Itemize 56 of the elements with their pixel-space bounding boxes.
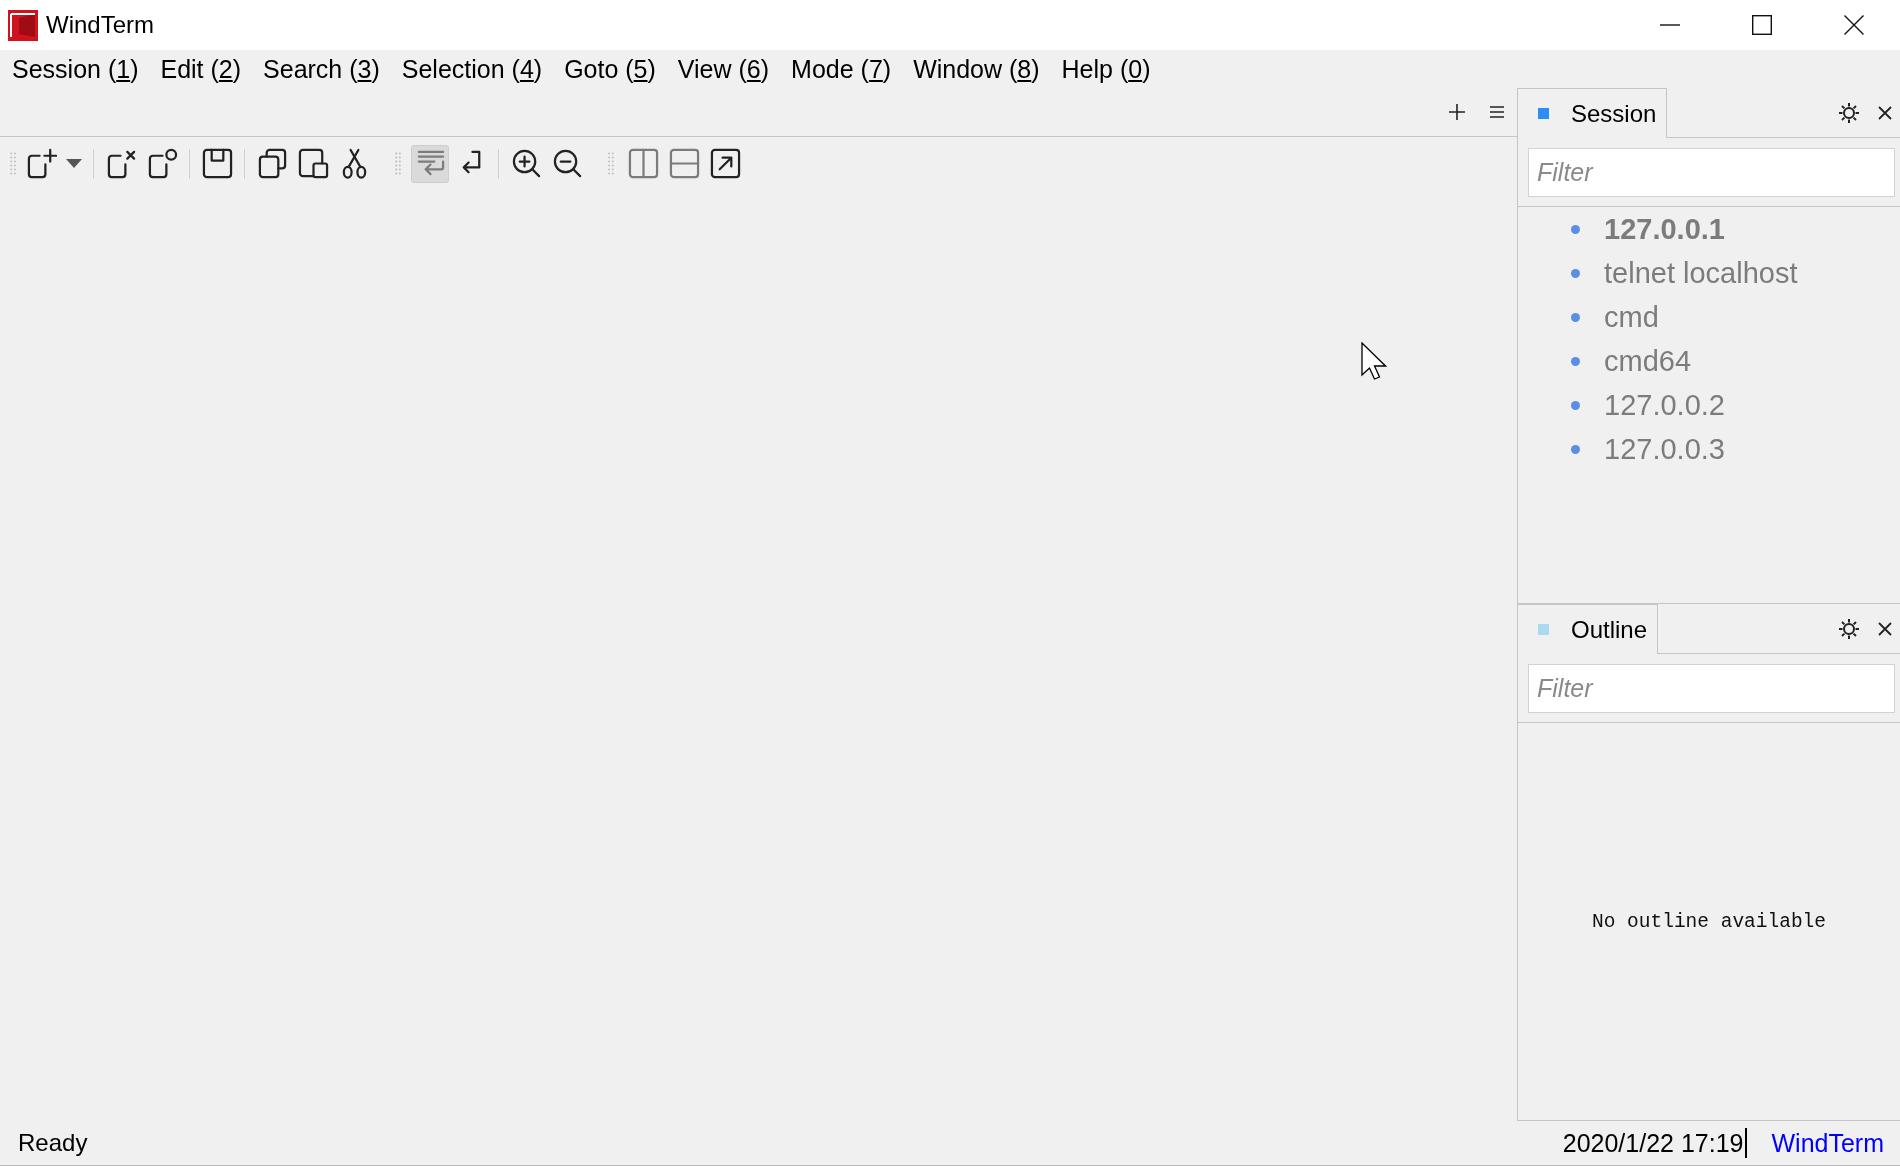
square-x-icon: [105, 148, 137, 179]
menu-item[interactable]: Help (0): [1050, 50, 1162, 88]
empty-message: No outline available: [1591, 910, 1826, 933]
menu-item[interactable]: View (6): [666, 50, 781, 88]
text-cursor-icon: [1745, 1128, 1748, 1158]
bullet-dot-icon: [1571, 444, 1580, 454]
toolbar-grip-icon[interactable]: [10, 151, 16, 176]
menu-item[interactable]: Session (1): [1, 50, 150, 88]
session-item[interactable]: telnet localhost: [1518, 251, 1900, 295]
zoom-in-icon: [510, 148, 542, 179]
split-rows-icon: [668, 148, 700, 179]
menu-item[interactable]: Window (8): [902, 50, 1051, 88]
app-logo-icon: [8, 9, 38, 41]
session-item[interactable]: cmd: [1518, 295, 1900, 339]
plus-icon: [1449, 104, 1465, 120]
bullet-dot-icon: [1571, 400, 1580, 410]
paste-icon: [297, 148, 329, 179]
status-app-name: WindTerm: [1771, 1128, 1884, 1158]
close-icon: [1878, 621, 1892, 636]
settings-icon: [1838, 617, 1860, 640]
toolbar-grip-icon[interactable]: [608, 151, 614, 176]
session-item[interactable]: 127.0.0.2: [1518, 383, 1900, 427]
save-icon: [201, 148, 233, 179]
maximize-icon: [1752, 15, 1772, 35]
window-title: WindTerm: [46, 11, 154, 39]
session-item[interactable]: 127.0.0.3: [1518, 427, 1900, 471]
session-tab[interactable]: Session: [1518, 88, 1668, 138]
square-plus-icon: [25, 148, 57, 179]
toolbar-grip-icon[interactable]: [395, 151, 401, 176]
filter-field[interactable]: Filter: [1528, 148, 1895, 197]
session-item[interactable]: cmd64: [1518, 339, 1900, 383]
menu-icon: [1490, 106, 1504, 118]
close-icon: [1844, 15, 1864, 35]
bullet-dot-icon: [1571, 224, 1580, 234]
close-icon: [1878, 105, 1892, 120]
outline-tab[interactable]: Outline: [1518, 604, 1659, 654]
bullet-dot-icon: [1571, 356, 1580, 366]
settings-icon: [1838, 101, 1860, 124]
zoom-out-icon: [551, 148, 583, 179]
session-item[interactable]: 127.0.0.1: [1518, 207, 1900, 251]
menu-item[interactable]: Mode (7): [780, 50, 903, 88]
filter-field[interactable]: Filter: [1528, 664, 1895, 713]
menu-item[interactable]: Edit (2): [149, 50, 253, 88]
menu-item[interactable]: Search (3): [252, 50, 391, 88]
status-datetime: 2020/1/22 17:19: [1562, 1128, 1744, 1158]
square-circle-icon: [146, 148, 178, 179]
bullet-dot-icon: [1571, 312, 1580, 322]
menu-item[interactable]: Goto (5): [553, 50, 667, 88]
split-columns-icon: [627, 148, 659, 179]
caret-down-icon: [66, 159, 82, 168]
mouse-pointer-icon: [1361, 342, 1387, 380]
minimize-icon: [1660, 24, 1680, 26]
menu-item[interactable]: Selection (4): [390, 50, 554, 88]
bullet-dot-icon: [1571, 268, 1580, 278]
status-message: Ready: [17, 1129, 88, 1157]
copy-icon: [256, 148, 288, 179]
